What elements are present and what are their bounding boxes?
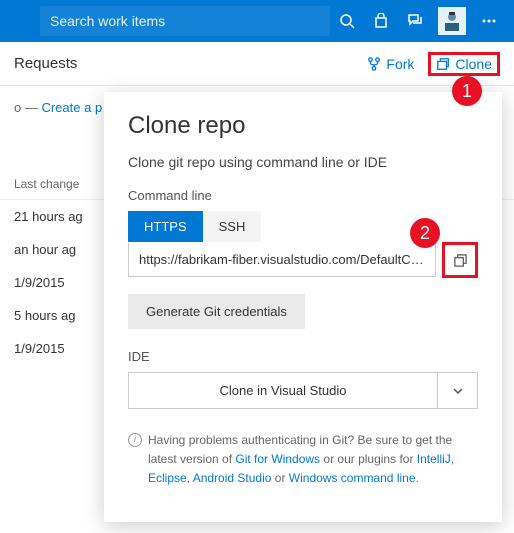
more-icon[interactable] bbox=[472, 0, 506, 42]
callout-badge-2: 2 bbox=[410, 218, 440, 248]
search-icon[interactable] bbox=[330, 0, 364, 42]
clone-ide-button[interactable]: Clone in Visual Studio bbox=[129, 373, 437, 408]
sub-bar: Requests Fork Clone bbox=[0, 42, 514, 86]
generate-credentials-button[interactable]: Generate Git credentials bbox=[128, 294, 305, 329]
ide-dropdown-button[interactable] bbox=[437, 373, 477, 408]
link-eclipse[interactable]: Eclipse bbox=[148, 471, 187, 485]
flyout-desc: Clone git repo using command line or IDE bbox=[128, 154, 478, 170]
link-android-studio[interactable]: Android Studio bbox=[193, 471, 272, 485]
avatar[interactable] bbox=[438, 7, 466, 35]
clone-label: Clone bbox=[455, 56, 492, 72]
clone-url-input[interactable]: https://fabrikam-fiber.visualstudio.com/… bbox=[128, 243, 436, 277]
feedback-icon[interactable] bbox=[398, 0, 432, 42]
breadcrumb-link[interactable]: Create a p bbox=[41, 100, 102, 115]
link-intellij[interactable]: IntelliJ bbox=[417, 452, 451, 466]
clone-button[interactable]: Clone bbox=[428, 52, 500, 76]
command-line-label: Command line bbox=[128, 188, 478, 203]
page-tab-requests[interactable]: Requests bbox=[14, 55, 77, 72]
link-win-cmd[interactable]: Windows command line bbox=[289, 471, 416, 485]
top-bar bbox=[0, 0, 514, 42]
help-text: i Having problems authenticating in Git?… bbox=[128, 431, 478, 489]
callout-badge-1: 1 bbox=[452, 76, 482, 106]
search-wrap[interactable] bbox=[40, 6, 330, 36]
info-icon: i bbox=[128, 433, 142, 447]
ide-label: IDE bbox=[128, 349, 478, 364]
flyout-title: Clone repo bbox=[128, 112, 478, 140]
tab-https[interactable]: HTTPS bbox=[128, 211, 203, 242]
fork-label: Fork bbox=[386, 56, 414, 72]
copy-button[interactable] bbox=[442, 242, 478, 278]
link-git-windows[interactable]: Git for Windows bbox=[235, 452, 320, 466]
fork-button[interactable]: Fork bbox=[367, 56, 414, 72]
tab-ssh[interactable]: SSH bbox=[203, 211, 262, 242]
clone-flyout: Clone repo Clone git repo using command … bbox=[104, 92, 502, 522]
shop-icon[interactable] bbox=[364, 0, 398, 42]
search-input[interactable] bbox=[50, 13, 320, 29]
